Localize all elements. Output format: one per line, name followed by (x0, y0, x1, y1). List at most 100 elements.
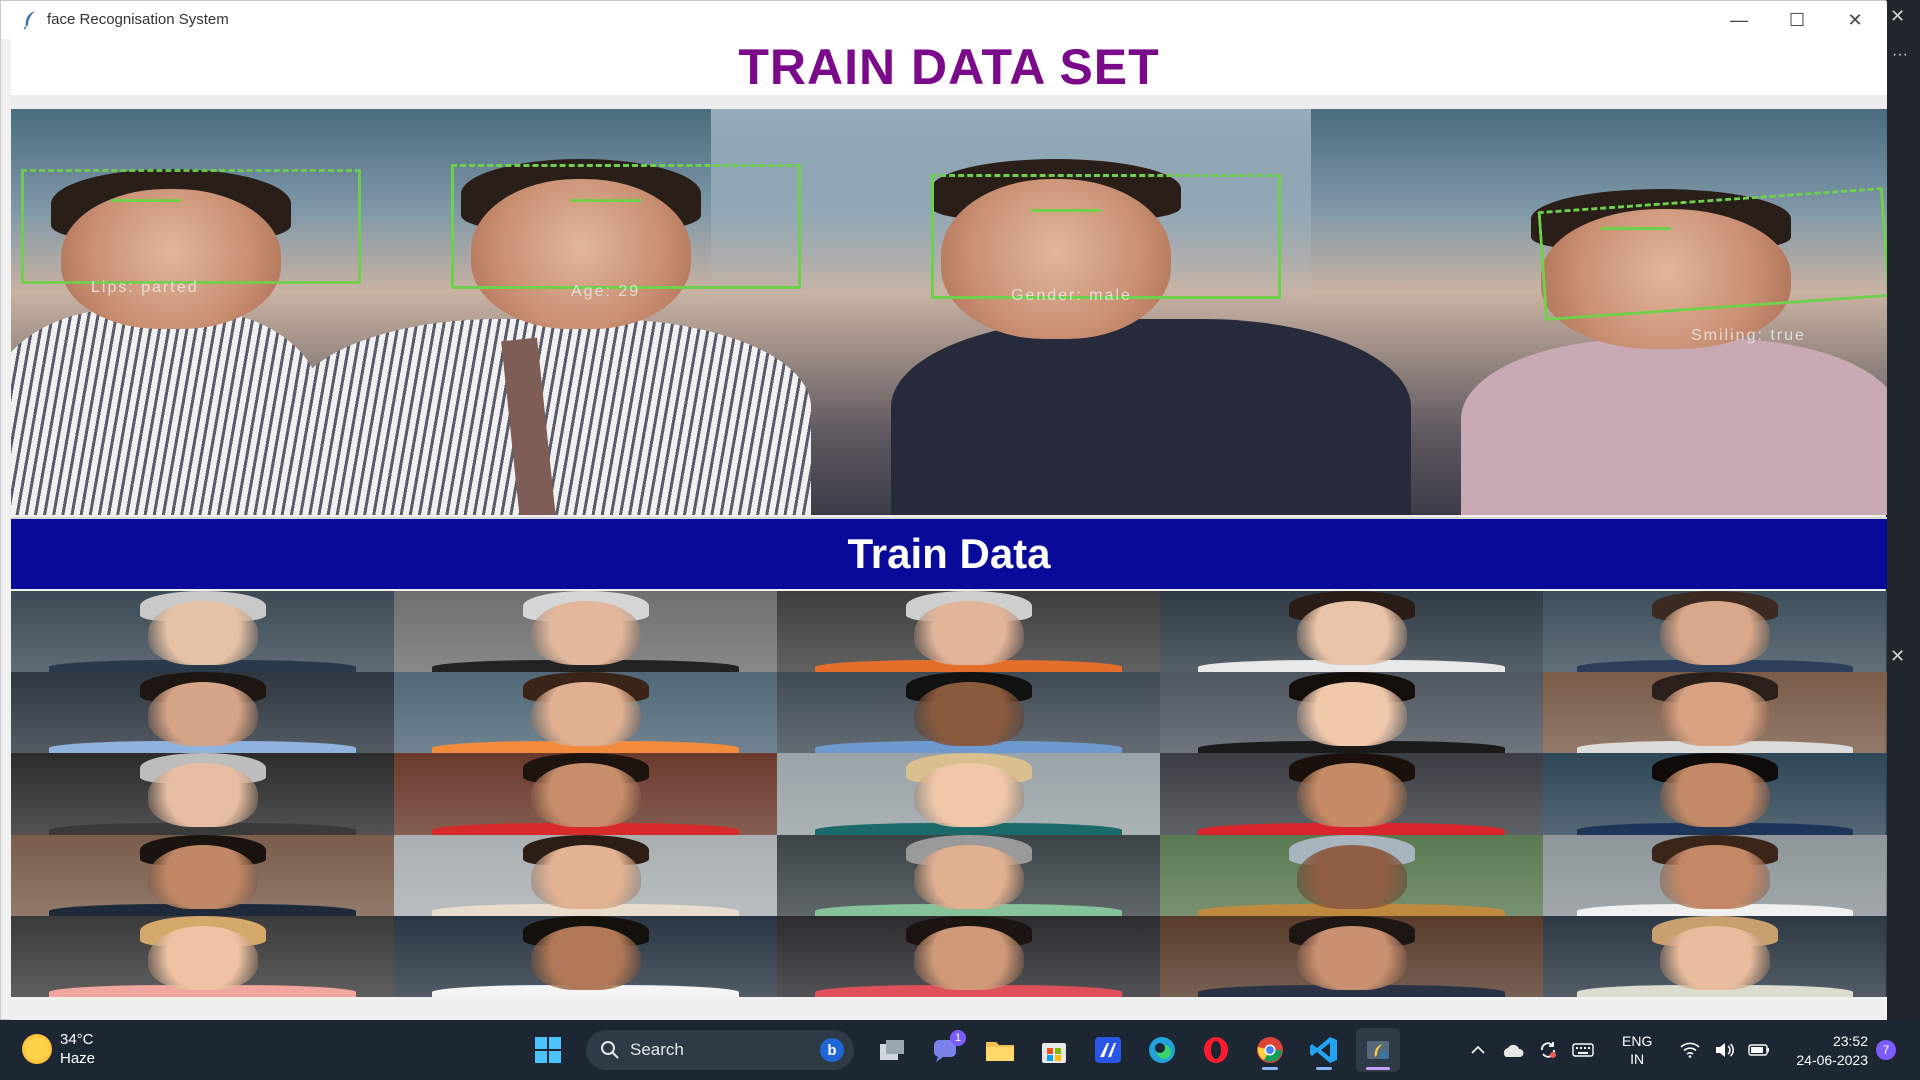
tile-face (1296, 925, 1407, 990)
windows-icon (535, 1037, 561, 1063)
wifi-icon[interactable] (1680, 1042, 1700, 1058)
training-face-tile (1543, 591, 1887, 673)
keyboard-icon[interactable] (1572, 1042, 1594, 1058)
tile-face (147, 601, 258, 665)
training-face-tile (777, 915, 1160, 997)
training-face-tile (1160, 915, 1543, 997)
tile-face (1296, 844, 1407, 909)
teams-chat-button[interactable]: 1 (924, 1028, 968, 1072)
background-close-icon[interactable]: ✕ (1890, 6, 1905, 27)
tile-face (1296, 763, 1407, 828)
vscode-button[interactable] (1302, 1028, 1346, 1072)
clock-date: 24-06-2023 (1796, 1052, 1868, 1068)
detection-box-4 (1537, 187, 1887, 321)
hero-person-3-vest (891, 319, 1411, 515)
edge-button[interactable] (1140, 1028, 1184, 1072)
tile-face (1296, 682, 1407, 747)
detection-label-lips: Lips: parted (91, 279, 199, 296)
feather-icon (23, 11, 35, 30)
training-face-tile (777, 753, 1160, 835)
title-bar[interactable]: face Recognisation System — ☐ ✕ (1, 1, 1887, 39)
weather-haze-icon (22, 1034, 52, 1064)
opera-icon (1204, 1037, 1228, 1063)
detection-eye-line-1 (111, 199, 181, 202)
training-face-tile (1160, 834, 1543, 916)
weather-desc: Haze (60, 1050, 96, 1067)
training-face-tile (1543, 834, 1887, 916)
training-faces-grid[interactable] (11, 591, 1887, 997)
automate-icon (1095, 1037, 1121, 1063)
start-button[interactable] (526, 1028, 570, 1072)
taskbar: 34°C Haze Search b 1 ENG IN 23:52 24-06-… (0, 1020, 1920, 1080)
detection-box-1 (21, 169, 361, 284)
store-button[interactable] (1032, 1028, 1076, 1072)
training-face-tile (1160, 672, 1543, 754)
notification-count-badge[interactable]: 7 (1876, 1040, 1896, 1060)
opera-button[interactable] (1194, 1028, 1238, 1072)
tile-face (530, 601, 641, 665)
weather-temp: 34°C (60, 1031, 94, 1048)
background-editor-edge: ✕ ··· ✕ (1886, 0, 1920, 1020)
clock-time: 23:52 (1832, 1033, 1868, 1049)
detection-eye-line-4 (1601, 227, 1671, 230)
store-icon (1042, 1043, 1066, 1063)
tile-face (913, 925, 1024, 990)
chrome-icon (1257, 1037, 1283, 1063)
tile-face (530, 682, 641, 747)
vscode-running-indicator (1316, 1067, 1332, 1070)
tile-face (147, 682, 258, 747)
python-app-active-indicator (1366, 1067, 1390, 1070)
page-header: TRAIN DATA SET (11, 39, 1887, 95)
hero-person-1-shirt (11, 309, 321, 515)
show-hidden-icons-chevron-icon[interactable] (1470, 1042, 1486, 1058)
tile-face (147, 763, 258, 828)
tile-face (1660, 844, 1770, 909)
language-code: ENG (1622, 1033, 1653, 1049)
tile-face (147, 925, 258, 990)
training-face-tile (777, 834, 1160, 916)
background-more-icon[interactable]: ··· (1892, 46, 1908, 64)
detection-label-smiling: Smiling: true (1691, 327, 1806, 344)
training-face-tile (1160, 753, 1543, 835)
sync-icon[interactable] (1538, 1040, 1558, 1060)
tile-face (913, 682, 1024, 747)
task-view-button[interactable] (870, 1028, 914, 1072)
chrome-running-indicator (1262, 1067, 1278, 1070)
background-panel-close-icon[interactable]: ✕ (1890, 646, 1905, 667)
training-face-tile (777, 672, 1160, 754)
maximize-button[interactable]: ☐ (1768, 1, 1826, 39)
minimize-button[interactable]: — (1710, 1, 1768, 39)
chrome-button[interactable] (1248, 1028, 1292, 1072)
taskbar-search[interactable]: Search b (586, 1030, 854, 1070)
window-bottom-margin (11, 997, 1887, 1021)
train-data-label: Train Data (847, 530, 1051, 577)
weather-widget[interactable]: 34°C Haze (22, 1030, 95, 1068)
python-app-button[interactable] (1356, 1028, 1400, 1072)
language-indicator[interactable]: ENG IN (1622, 1032, 1652, 1068)
battery-icon[interactable] (1748, 1043, 1770, 1057)
taskbar-clock[interactable]: 23:52 24-06-2023 (1784, 1032, 1868, 1070)
volume-icon[interactable] (1714, 1041, 1735, 1059)
training-face-tile (11, 834, 394, 916)
detection-label-age: Age: 29 (571, 283, 641, 300)
detection-box-3 (931, 174, 1281, 299)
training-face-tile (394, 672, 777, 754)
training-face-tile (394, 834, 777, 916)
tile-face (1296, 601, 1407, 665)
powerautomate-button[interactable] (1086, 1028, 1130, 1072)
training-face-tile (1543, 753, 1887, 835)
training-face-tile (394, 753, 777, 835)
bing-icon[interactable]: b (820, 1038, 844, 1062)
file-explorer-button[interactable] (978, 1028, 1022, 1072)
maximize-icon: ☐ (1788, 9, 1806, 30)
close-button[interactable]: ✕ (1826, 1, 1884, 39)
tile-face (913, 844, 1024, 909)
detection-eye-line-3 (1031, 209, 1101, 212)
detection-eye-line-2 (571, 199, 641, 202)
training-face-tile (1543, 915, 1887, 997)
tile-face (530, 844, 641, 909)
train-data-button[interactable]: Train Data (11, 517, 1887, 589)
onedrive-cloud-icon[interactable] (1500, 1042, 1524, 1058)
folder-icon (986, 1042, 1014, 1061)
hero-face-detection-image: Lips: parted Age: 29 Gender: male Smilin… (11, 109, 1887, 515)
